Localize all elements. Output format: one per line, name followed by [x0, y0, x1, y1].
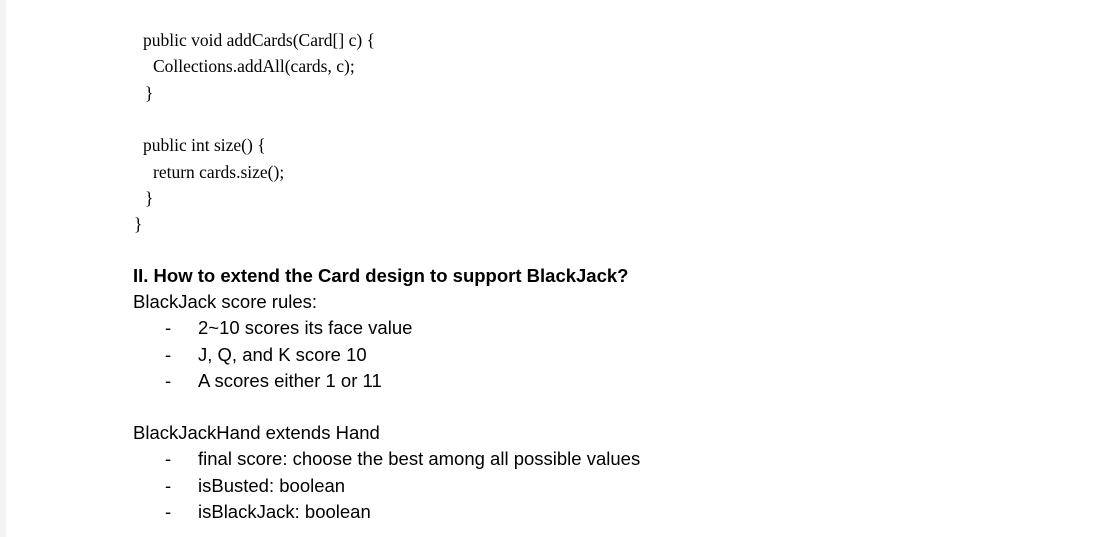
list-item-text: 2~10 scores its face value	[198, 317, 413, 338]
code-line: public int size() {	[143, 135, 266, 155]
bullet-dash: -	[165, 370, 172, 391]
document-page: public void addCards(Card[] c) { Collect…	[0, 0, 1093, 537]
code-line: public void addCards(Card[] c) {	[143, 30, 375, 50]
code-line: Collections.addAll(cards, c);	[153, 56, 355, 76]
bullet-dash: -	[165, 344, 172, 365]
code-line: }	[134, 214, 143, 234]
bullet-dash: -	[165, 501, 172, 522]
code-line: }	[145, 188, 154, 208]
bullet-dash: -	[165, 448, 172, 469]
rules-intro: BlackJack score rules:	[133, 291, 318, 312]
list-item: - isBlackJack: boolean	[165, 500, 371, 524]
list-item-text: isBusted: boolean	[198, 475, 346, 496]
list-item-text: J, Q, and K score 10	[198, 344, 367, 365]
list-item-text: A scores either 1 or 11	[198, 370, 382, 391]
section-heading: II. How to extend the Card design to sup…	[133, 265, 629, 286]
list-item: - A scores either 1 or 11	[165, 369, 382, 393]
bullet-dash: -	[165, 475, 172, 496]
list-item: - J, Q, and K score 10	[165, 343, 367, 367]
list-item: - 2~10 scores its face value	[165, 316, 412, 340]
hand-intro: BlackJackHand extends Hand	[133, 422, 380, 443]
code-line: return cards.size();	[153, 162, 285, 182]
code-line: }	[145, 83, 154, 103]
list-item: - isBusted: boolean	[165, 474, 345, 498]
list-item: - final score: choose the best among all…	[165, 447, 640, 471]
list-item-text: final score: choose the best among all p…	[198, 448, 641, 469]
list-item-text: isBlackJack: boolean	[198, 501, 371, 522]
bullet-dash: -	[165, 317, 172, 338]
